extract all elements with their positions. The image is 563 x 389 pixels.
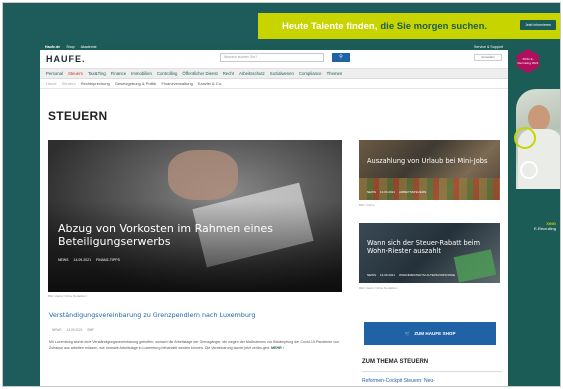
- cart-icon: 🛒: [404, 330, 411, 336]
- news-tag: NEWS: [367, 190, 376, 194]
- more-arrow-icon[interactable]: ›: [283, 346, 284, 350]
- utility-link-haufe[interactable]: Haufe.de: [45, 45, 60, 49]
- hero-teaser[interactable]: Abzug von Vorkosten im Rahmen eines Bete…: [48, 140, 342, 292]
- article-source: BMF: [87, 328, 95, 332]
- sub-nav-item[interactable]: Rechtsprechung: [81, 81, 110, 86]
- news-tag: NEWS: [58, 258, 69, 262]
- utility-bar: Haufe.de Shop Akademie Service & Support: [40, 43, 508, 50]
- shop-button-label: ZUM HAUFE SHOP: [414, 331, 456, 336]
- teaser-image: [359, 178, 500, 200]
- teaser-source: WOHNRIESTER IM ALTERSVORSORGE: [399, 273, 456, 277]
- haufe-shop-button[interactable]: 🛒 ZUM HAUFE SHOP: [364, 322, 496, 345]
- nav-item[interactable]: Tax&Ting: [88, 71, 106, 76]
- divider: [362, 371, 502, 372]
- nav-item[interactable]: Öffentlicher Dienst: [182, 71, 217, 76]
- page-title: STEUERN: [48, 109, 108, 123]
- hero-meta: NEWS 14.09.2021 FINANZ-TIPPS: [58, 258, 120, 262]
- nav-item[interactable]: Finance: [111, 71, 126, 76]
- article-teaser-text: Mit Luxemburg wurde eine Verständigungsv…: [49, 339, 341, 352]
- teaser-meta: NEWS 13.09.2021 WOHNRIESTER IM ALTERSVOR…: [367, 273, 455, 277]
- page-content: Haufe.de Shop Akademie Service & Support…: [40, 43, 508, 386]
- breadcrumb-home[interactable]: Haufe: [46, 81, 57, 86]
- search-input[interactable]: Wonach suchen Sie?: [220, 53, 324, 62]
- news-tag: NEWS: [52, 328, 62, 332]
- nav-item[interactable]: Sozialwesen: [270, 71, 294, 76]
- hero-title[interactable]: Abzug von Vorkosten im Rahmen eines Bete…: [58, 222, 338, 248]
- nav-item[interactable]: Arbeitsschutz: [239, 71, 265, 76]
- top-ad-text: Heute Talente finden,: [282, 20, 378, 32]
- category-nav: Personal Steuern Tax&Ting Finance Immobi…: [40, 69, 508, 79]
- sub-nav-item[interactable]: Kanzlei & Co.: [198, 81, 222, 86]
- article-body: Mit Luxemburg wurde eine Verständigungsv…: [49, 340, 340, 351]
- award-badge-icon: XING E-Recruiting 2021: [517, 49, 539, 73]
- top-ad-highlight: die Sie morgen suchen.: [380, 20, 488, 32]
- nav-item[interactable]: Immobilien: [131, 71, 152, 76]
- nav-item[interactable]: Themen: [327, 71, 343, 76]
- hero-date: 14.09.2021: [73, 258, 92, 262]
- search-icon: ⚲: [339, 54, 343, 60]
- teaser-date: 13.09.2021: [380, 273, 396, 277]
- side-banner-ad[interactable]: XING E-Recruiting 2021 XING E-Recruiting: [508, 39, 560, 386]
- nav-item[interactable]: Personal: [46, 71, 63, 76]
- search-button[interactable]: ⚲: [332, 53, 350, 62]
- teaser-source: ARBEITSSTEUERN: [399, 190, 427, 194]
- top-banner-ad[interactable]: Heute Talente finden, die Sie morgen suc…: [258, 13, 560, 39]
- article-meta: NEWS 13.09.2021 BMF: [52, 328, 94, 332]
- haufe-logo[interactable]: HAUFE.: [46, 54, 86, 64]
- topic-heading: ZUM THEMA STEUERN: [362, 359, 429, 365]
- teaser-caption: Bild: Corbis: [359, 203, 375, 207]
- sub-nav-item[interactable]: Finanzverwaltung: [161, 81, 192, 86]
- nav-item[interactable]: Recht: [223, 71, 234, 76]
- utility-link-akademie[interactable]: Akademie: [81, 45, 97, 49]
- side-teaser[interactable]: Wann sich der Steuer-Rabatt beim Wohn-Ri…: [359, 223, 500, 283]
- article-title[interactable]: Verständigungsvereinbarung zu Grenzpendl…: [49, 311, 255, 319]
- side-teaser[interactable]: Auszahlung von Urlaub bei Mini-Jobs NEWS…: [359, 140, 500, 200]
- topic-link[interactable]: Reformen-Cockpit Steuern: Neu-: [362, 378, 435, 384]
- xing-logo: XING E-Recruiting: [520, 221, 556, 231]
- sub-nav-item[interactable]: Gesetzgebung & Politik: [115, 81, 157, 86]
- teaser-title[interactable]: Wann sich der Steuer-Rabatt beim Wohn-Ri…: [367, 239, 492, 255]
- decor-circle-icon: [514, 127, 536, 149]
- sub-nav: Haufe Steuern Rechtsprechung Gesetzgebun…: [40, 79, 508, 89]
- more-link[interactable]: MEHR: [271, 346, 282, 350]
- nav-item[interactable]: Controlling: [157, 71, 178, 76]
- decor-circle-icon: [520, 161, 538, 179]
- hero-source: FINANZ-TIPPS: [96, 258, 120, 262]
- login-button[interactable]: Anmelden: [474, 54, 502, 61]
- hero-caption: Bild: Haufe Online Redaktion: [48, 294, 87, 298]
- nav-item-active[interactable]: Steuern: [68, 71, 83, 76]
- article-date: 13.09.2021: [66, 328, 83, 332]
- utility-link-service[interactable]: Service & Support: [474, 45, 503, 49]
- teaser-meta: NEWS 13.09.2021 ARBEITSSTEUERN: [367, 190, 426, 194]
- person-head: [528, 105, 550, 131]
- xing-subline: E-Recruiting: [533, 226, 556, 231]
- utility-link-shop[interactable]: Shop: [66, 45, 74, 49]
- breadcrumb-current[interactable]: Steuern: [62, 81, 76, 86]
- news-tag: NEWS: [367, 273, 376, 277]
- hero-shade: [48, 140, 342, 292]
- screenshot-frame: Heute Talente finden, die Sie morgen suc…: [2, 2, 561, 387]
- nav-item[interactable]: Compliance: [299, 71, 322, 76]
- teaser-caption: Bild: Haufe Online Redaktion: [359, 286, 398, 290]
- teaser-date: 13.09.2021: [380, 190, 396, 194]
- top-ad-button[interactable]: Jetzt informieren: [520, 20, 556, 30]
- teaser-title[interactable]: Auszahlung von Urlaub bei Mini-Jobs: [367, 157, 492, 165]
